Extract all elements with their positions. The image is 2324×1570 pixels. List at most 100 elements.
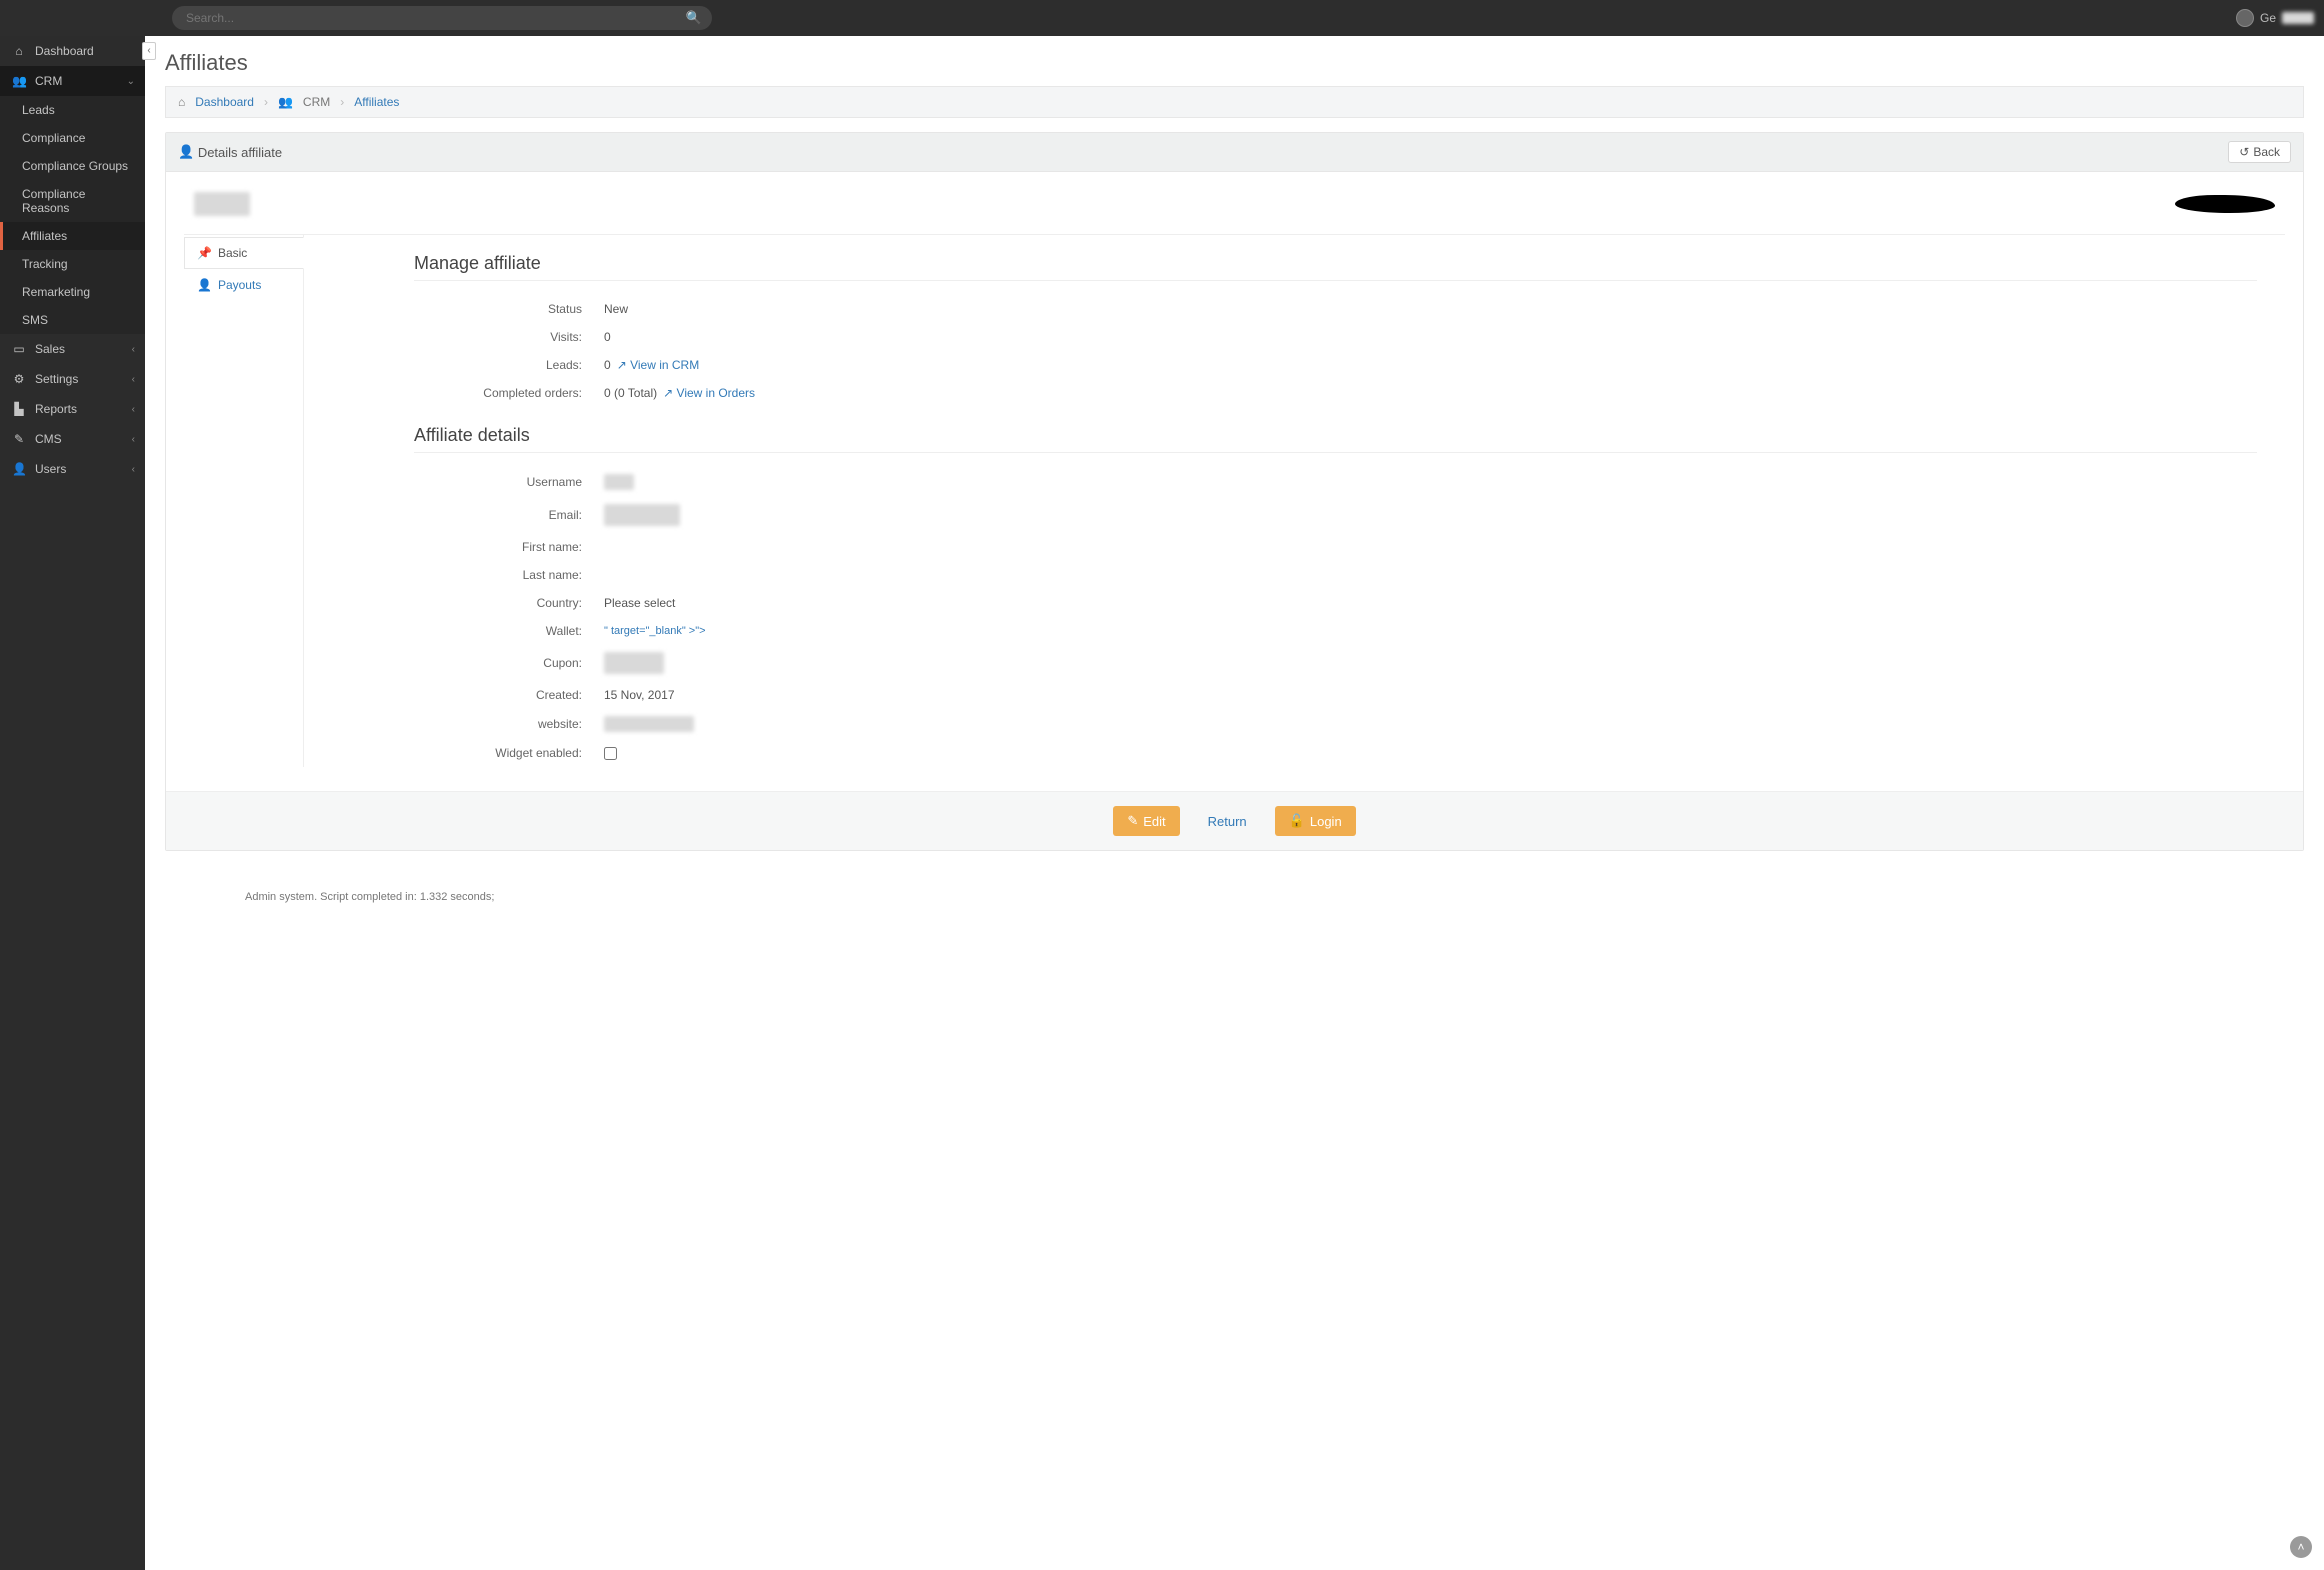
orders-link-label: View in Orders [677, 386, 755, 400]
detail-column: Manage affiliate Status New Visits: 0 Le… [304, 235, 2285, 767]
users-icon: 👥 [278, 95, 293, 109]
tab-basic[interactable]: 📌 Basic [184, 237, 304, 269]
page-title: Affiliates [165, 50, 2304, 76]
tab-label: Payouts [218, 278, 261, 292]
user-menu[interactable]: Ge [2236, 9, 2314, 27]
sidebar-item-crm[interactable]: 👥 CRM ⌄ [0, 66, 145, 96]
section-details-heading: Affiliate details [414, 425, 2257, 453]
row-email: Email: [414, 497, 2257, 533]
sidebar-sub-sms[interactable]: SMS [0, 306, 145, 334]
row-created: Created: 15 Nov, 2017 [414, 681, 2257, 709]
scroll-to-top-button[interactable]: ˄ [2290, 1536, 2312, 1558]
chevron-left-icon: ‹ [132, 374, 135, 385]
view-in-crm-link[interactable]: ↗ View in CRM [617, 358, 700, 372]
website-value-redacted [604, 716, 694, 732]
users-icon: 👥 [12, 74, 26, 88]
user-icon: 👤 [12, 462, 26, 476]
username-label: Username [414, 475, 604, 489]
user-label: Ge [2260, 11, 2276, 25]
row-visits: Visits: 0 [414, 323, 2257, 351]
sidebar-label: Reports [35, 402, 77, 416]
affiliate-id-redacted [194, 192, 250, 216]
row-cupon: Cupon: [414, 645, 2257, 681]
visits-label: Visits: [414, 330, 604, 344]
status-value: New [604, 302, 628, 316]
chevron-right-icon: › [340, 95, 344, 109]
panel-header: 👤 Details affiliate ↺ Back [166, 133, 2303, 172]
edit-button[interactable]: ✎ Edit [1113, 806, 1179, 836]
sidebar-item-cms[interactable]: ✎ CMS ‹ [0, 424, 145, 454]
affiliate-logo-redacted [2175, 195, 2275, 213]
search-icon[interactable]: 🔍 [686, 10, 702, 26]
view-in-orders-link[interactable]: ↗ View in Orders [663, 386, 755, 400]
sidebar-sub-compliance-groups[interactable]: Compliance Groups [0, 152, 145, 180]
wallet-link[interactable]: " target="_blank" >"> [604, 625, 706, 637]
chevron-right-icon: › [264, 95, 268, 109]
website-label: website: [414, 717, 604, 731]
tab-label: Basic [218, 246, 247, 260]
email-label: Email: [414, 508, 604, 522]
external-link-icon: ↗ [617, 358, 627, 372]
user-name-redacted [2282, 12, 2314, 24]
row-username: Username [414, 467, 2257, 497]
row-widget: Widget enabled: [414, 739, 2257, 767]
sidebar-item-settings[interactable]: ⚙ Settings ‹ [0, 364, 145, 394]
created-label: Created: [414, 688, 604, 702]
home-icon: ⌂ [178, 95, 185, 109]
breadcrumb-dashboard[interactable]: Dashboard [195, 95, 254, 109]
credit-card-icon: ▭ [12, 342, 26, 356]
firstname-label: First name: [414, 540, 604, 554]
status-label: Status [414, 302, 604, 316]
row-orders: Completed orders: 0 (0 Total) ↗ View in … [414, 379, 2257, 407]
return-button[interactable]: Return [1194, 807, 1261, 836]
login-label: Login [1310, 814, 1342, 829]
breadcrumb-current[interactable]: Affiliates [354, 95, 399, 109]
search-input[interactable] [172, 6, 712, 30]
chevron-left-icon: ‹ [132, 344, 135, 355]
chevron-down-icon: ⌄ [127, 76, 135, 87]
panel-body: 📌 Basic 👤 Payouts Manage affiliate Statu… [166, 172, 2303, 791]
row-leads: Leads: 0 ↗ View in CRM [414, 351, 2257, 379]
sidebar-sub-compliance[interactable]: Compliance [0, 124, 145, 152]
return-label: Return [1208, 814, 1247, 829]
sidebar-label: Dashboard [35, 44, 94, 58]
widget-enabled-checkbox[interactable] [604, 747, 617, 760]
pin-icon: 📌 [197, 246, 212, 260]
country-value: Please select [604, 596, 675, 610]
panel-footer: ✎ Edit Return 🔓 Login [166, 791, 2303, 850]
sidebar-sub-tracking[interactable]: Tracking [0, 250, 145, 278]
sidebar-item-users[interactable]: 👤 Users ‹ [0, 454, 145, 484]
row-website: website: [414, 709, 2257, 739]
user-icon: 👤 [197, 278, 212, 292]
sidebar-item-reports[interactable]: ▙ Reports ‹ [0, 394, 145, 424]
sidebar-label: Settings [35, 372, 78, 386]
created-value: 15 Nov, 2017 [604, 688, 675, 702]
row-lastname: Last name: [414, 561, 2257, 589]
avatar-icon [2236, 9, 2254, 27]
sidebar-label: CMS [35, 432, 62, 446]
sidebar-item-sales[interactable]: ▭ Sales ‹ [0, 334, 145, 364]
sidebar-sub-remarketing[interactable]: Remarketing [0, 278, 145, 306]
leads-label: Leads: [414, 358, 604, 372]
sidebar-sub-affiliates[interactable]: Affiliates [0, 222, 145, 250]
chevron-up-icon: ˄ [2297, 1540, 2304, 1554]
user-icon: 👤 [178, 144, 194, 160]
back-button[interactable]: ↺ Back [2228, 141, 2291, 163]
topbar: 🔍 Ge [0, 0, 2324, 36]
sidebar-item-dashboard[interactable]: ⌂ Dashboard [0, 36, 145, 66]
details-panel: 👤 Details affiliate ↺ Back 📌 Basic [165, 132, 2304, 851]
search-wrap: 🔍 [172, 6, 712, 30]
sidebar-sub-leads[interactable]: Leads [0, 96, 145, 124]
sidebar-sub-compliance-reasons[interactable]: Compliance Reasons [0, 180, 145, 222]
row-country: Country: Please select [414, 589, 2257, 617]
tab-payouts[interactable]: 👤 Payouts [184, 269, 303, 301]
lastname-label: Last name: [414, 568, 604, 582]
undo-icon: ↺ [2239, 145, 2249, 159]
affiliate-id-row [184, 186, 2285, 234]
email-value-redacted [604, 504, 680, 526]
panel-header-title: Details affiliate [198, 145, 282, 160]
login-button[interactable]: 🔓 Login [1275, 806, 1356, 836]
main-content: Affiliates ⌂ Dashboard › 👥 CRM › Affilia… [145, 36, 2324, 1570]
back-label: Back [2253, 145, 2280, 159]
breadcrumb-crm: CRM [303, 95, 330, 109]
